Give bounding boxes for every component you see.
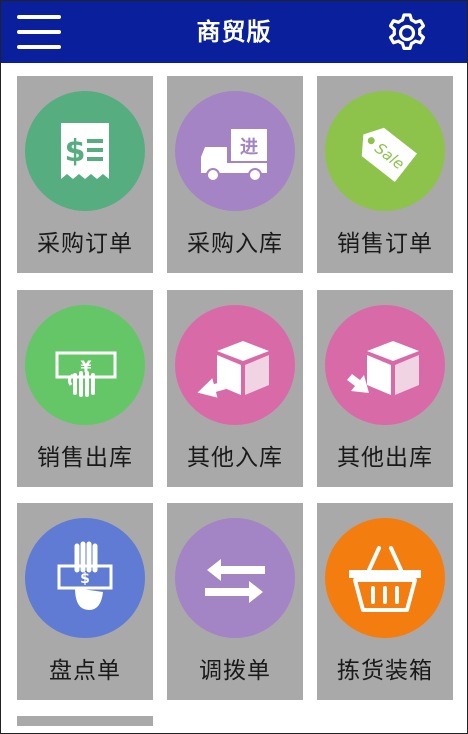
svg-text:进: 进 [240,137,258,158]
hamburger-menu-icon-line [17,45,61,49]
box-outbound-icon [347,341,419,395]
tile-other-outbound[interactable]: 其他出库 [317,290,453,487]
tile-label: 采购入库 [187,231,283,257]
receipt-dollar-icon: $ [61,123,109,179]
tile-icon-circle [175,518,295,638]
cash-out-icon: ¥ [55,351,117,397]
box-inbound-icon [197,341,269,398]
basket-icon [349,546,421,612]
next-row-tile-partial[interactable] [17,716,153,726]
tile-sales-outbound[interactable]: ¥ 销售出库 [17,290,153,487]
truck-inbound-icon: 进 [201,129,267,182]
tile-purchase-order[interactable]: $ 采购订单 [17,76,153,273]
menu-button[interactable] [15,13,63,51]
tile-label: 其他出库 [337,445,433,471]
tile-label: 其他入库 [187,445,283,471]
tile-other-inbound[interactable]: 其他入库 [167,290,303,487]
tile-icon-circle: $ [25,518,145,638]
tile-icon-circle: $ [25,91,145,211]
tile-label: 销售出库 [37,445,133,471]
hand-money-icon: $ [57,541,113,610]
tile-transfer[interactable]: 调拨单 [167,503,303,700]
tile-icon-circle [325,305,445,425]
tile-icon-circle [175,305,295,425]
hamburger-menu-icon [17,15,61,19]
tile-stocktake[interactable]: $ 盘点单 [17,503,153,700]
svg-text:$: $ [65,134,86,169]
tile-icon-circle: ¥ [25,305,145,425]
hamburger-menu-icon-line [17,30,61,34]
tile-icon-circle: Sale [325,91,445,211]
settings-button[interactable] [385,11,429,55]
tile-sales-order[interactable]: Sale 销售订单 [317,76,453,273]
tile-label: 盘点单 [49,658,121,684]
gear-icon [388,13,426,50]
tile-label: 调拨单 [199,658,271,684]
sale-tag-icon: Sale [361,127,417,182]
tile-icon-circle: 进 [175,91,295,211]
tile-purchase-inbound[interactable]: 进 采购入库 [167,76,303,273]
tile-label: 采购订单 [37,231,133,257]
tile-pick-and-pack[interactable]: 拣货装箱 [317,503,453,700]
tile-icon-circle [325,518,445,638]
tile-label: 拣货装箱 [337,658,433,684]
svg-text:$: $ [80,571,90,587]
transfer-arrows-icon [205,559,265,603]
app-frame: 商贸版 $ 采购订单 进 采购入库 Sale 销售订单 ¥ 销售出库 其他入库 … [0,0,468,734]
top-bar: 商贸版 [1,1,467,63]
tile-label: 销售订单 [337,231,433,257]
